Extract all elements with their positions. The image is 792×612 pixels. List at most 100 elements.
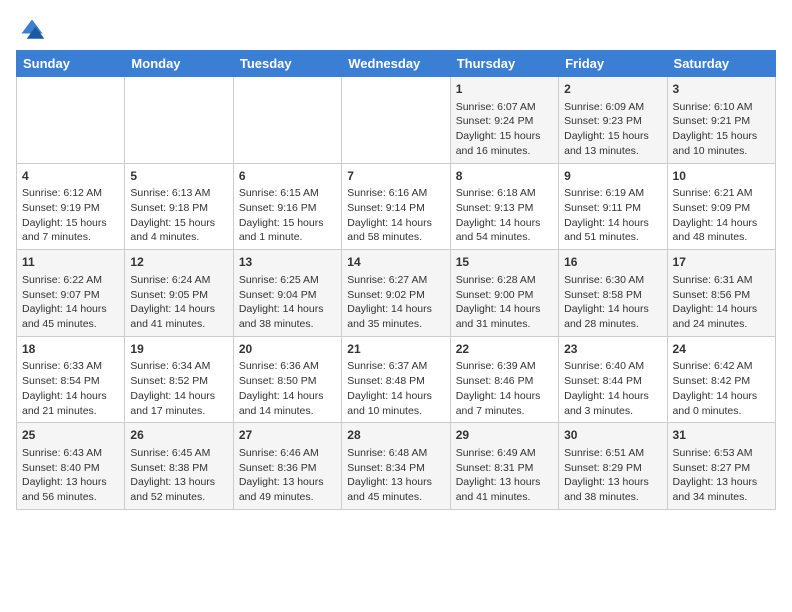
day-info: Sunrise: 6:33 AM Sunset: 8:54 PM Dayligh…: [22, 359, 119, 418]
day-info: Sunrise: 6:45 AM Sunset: 8:38 PM Dayligh…: [130, 446, 227, 505]
day-info: Sunrise: 6:10 AM Sunset: 9:21 PM Dayligh…: [673, 100, 770, 159]
page-header: [16, 16, 776, 38]
day-info: Sunrise: 6:24 AM Sunset: 9:05 PM Dayligh…: [130, 273, 227, 332]
day-number: 19: [130, 341, 227, 358]
day-number: 12: [130, 254, 227, 271]
logo: [16, 16, 46, 38]
calendar-cell: 7Sunrise: 6:16 AM Sunset: 9:14 PM Daylig…: [342, 163, 450, 250]
day-info: Sunrise: 6:51 AM Sunset: 8:29 PM Dayligh…: [564, 446, 661, 505]
day-info: Sunrise: 6:15 AM Sunset: 9:16 PM Dayligh…: [239, 186, 336, 245]
calendar-cell: 21Sunrise: 6:37 AM Sunset: 8:48 PM Dayli…: [342, 336, 450, 423]
day-number: 13: [239, 254, 336, 271]
calendar-cell: [233, 77, 341, 164]
day-info: Sunrise: 6:21 AM Sunset: 9:09 PM Dayligh…: [673, 186, 770, 245]
calendar-cell: 16 Sunrise: 6:30 AM Sunset: 8:58 PM Dayli…: [559, 250, 667, 337]
day-number: 16: [564, 254, 661, 271]
day-info: Sunrise: 6:42 AM Sunset: 8:42 PM Dayligh…: [673, 359, 770, 418]
day-info: Sunrise: 6:31 AM Sunset: 8:56 PM Dayligh…: [673, 273, 770, 332]
calendar-cell: 27 Sunrise: 6:46 AM Sunset: 8:36 PM Dayli…: [233, 423, 341, 510]
calendar-cell: 19Sunrise: 6:34 AM Sunset: 8:52 PM Dayli…: [125, 336, 233, 423]
calendar-cell: 10Sunrise: 6:21 AM Sunset: 9:09 PM Dayli…: [667, 163, 775, 250]
day-info: Sunrise: 6:19 AM Sunset: 9:11 PM Dayligh…: [564, 186, 661, 245]
day-info: Sunrise: 6:40 AM Sunset: 8:44 PM Dayligh…: [564, 359, 661, 418]
weekday-header-saturday: Saturday: [667, 51, 775, 77]
calendar-cell: 31 Sunrise: 6:53 AM Sunset: 8:27 PM Dayli…: [667, 423, 775, 510]
calendar-cell: 28 Sunrise: 6:48 AM Sunset: 8:34 PM Dayli…: [342, 423, 450, 510]
calendar-cell: 29 Sunrise: 6:49 AM Sunset: 8:31 PM Dayli…: [450, 423, 558, 510]
day-number: 27: [239, 427, 336, 444]
calendar-week-row: 11 Sunrise: 6:22 AM Sunset: 9:07 PM Dayli…: [17, 250, 776, 337]
weekday-header-row: SundayMondayTuesdayWednesdayThursdayFrid…: [17, 51, 776, 77]
day-info: Sunrise: 6:09 AM Sunset: 9:23 PM Dayligh…: [564, 100, 661, 159]
day-info: Sunrise: 6:13 AM Sunset: 9:18 PM Dayligh…: [130, 186, 227, 245]
day-info: Sunrise: 6:53 AM Sunset: 8:27 PM Dayligh…: [673, 446, 770, 505]
calendar-cell: 30 Sunrise: 6:51 AM Sunset: 8:29 PM Dayli…: [559, 423, 667, 510]
day-number: 6: [239, 168, 336, 185]
calendar-cell: 12 Sunrise: 6:24 AM Sunset: 9:05 PM Dayli…: [125, 250, 233, 337]
day-number: 5: [130, 168, 227, 185]
day-number: 15: [456, 254, 553, 271]
calendar-cell: 26 Sunrise: 6:45 AM Sunset: 8:38 PM Dayli…: [125, 423, 233, 510]
calendar-cell: 8Sunrise: 6:18 AM Sunset: 9:13 PM Daylig…: [450, 163, 558, 250]
day-number: 9: [564, 168, 661, 185]
calendar-cell: 2 Sunrise: 6:09 AM Sunset: 9:23 PM Daylig…: [559, 77, 667, 164]
day-number: 26: [130, 427, 227, 444]
day-number: 22: [456, 341, 553, 358]
weekday-header-friday: Friday: [559, 51, 667, 77]
day-info: Sunrise: 6:16 AM Sunset: 9:14 PM Dayligh…: [347, 186, 444, 245]
calendar-cell: 23Sunrise: 6:40 AM Sunset: 8:44 PM Dayli…: [559, 336, 667, 423]
calendar-cell: 18Sunrise: 6:33 AM Sunset: 8:54 PM Dayli…: [17, 336, 125, 423]
day-number: 25: [22, 427, 119, 444]
day-info: Sunrise: 6:36 AM Sunset: 8:50 PM Dayligh…: [239, 359, 336, 418]
day-number: 4: [22, 168, 119, 185]
day-info: Sunrise: 6:18 AM Sunset: 9:13 PM Dayligh…: [456, 186, 553, 245]
day-number: 29: [456, 427, 553, 444]
calendar-cell: 14Sunrise: 6:27 AM Sunset: 9:02 PM Dayli…: [342, 250, 450, 337]
day-number: 30: [564, 427, 661, 444]
calendar-cell: 11 Sunrise: 6:22 AM Sunset: 9:07 PM Dayli…: [17, 250, 125, 337]
weekday-header-thursday: Thursday: [450, 51, 558, 77]
day-info: Sunrise: 6:39 AM Sunset: 8:46 PM Dayligh…: [456, 359, 553, 418]
day-number: 31: [673, 427, 770, 444]
day-number: 2: [564, 81, 661, 98]
day-info: Sunrise: 6:12 AM Sunset: 9:19 PM Dayligh…: [22, 186, 119, 245]
calendar-week-row: 18Sunrise: 6:33 AM Sunset: 8:54 PM Dayli…: [17, 336, 776, 423]
day-info: Sunrise: 6:27 AM Sunset: 9:02 PM Dayligh…: [347, 273, 444, 332]
calendar-cell: 4Sunrise: 6:12 AM Sunset: 9:19 PM Daylig…: [17, 163, 125, 250]
day-number: 20: [239, 341, 336, 358]
day-number: 8: [456, 168, 553, 185]
calendar-cell: 13 Sunrise: 6:25 AM Sunset: 9:04 PM Dayli…: [233, 250, 341, 337]
day-number: 21: [347, 341, 444, 358]
day-number: 28: [347, 427, 444, 444]
calendar-cell: 20Sunrise: 6:36 AM Sunset: 8:50 PM Dayli…: [233, 336, 341, 423]
calendar-cell: 24Sunrise: 6:42 AM Sunset: 8:42 PM Dayli…: [667, 336, 775, 423]
calendar-cell: 15Sunrise: 6:28 AM Sunset: 9:00 PM Dayli…: [450, 250, 558, 337]
day-info: Sunrise: 6:46 AM Sunset: 8:36 PM Dayligh…: [239, 446, 336, 505]
calendar-week-row: 4Sunrise: 6:12 AM Sunset: 9:19 PM Daylig…: [17, 163, 776, 250]
calendar-cell: 17Sunrise: 6:31 AM Sunset: 8:56 PM Dayli…: [667, 250, 775, 337]
day-info: Sunrise: 6:34 AM Sunset: 8:52 PM Dayligh…: [130, 359, 227, 418]
day-number: 3: [673, 81, 770, 98]
calendar-cell: 6Sunrise: 6:15 AM Sunset: 9:16 PM Daylig…: [233, 163, 341, 250]
day-info: Sunrise: 6:48 AM Sunset: 8:34 PM Dayligh…: [347, 446, 444, 505]
day-info: Sunrise: 6:30 AM Sunset: 8:58 PM Dayligh…: [564, 273, 661, 332]
day-number: 24: [673, 341, 770, 358]
calendar-week-row: 1Sunrise: 6:07 AM Sunset: 9:24 PM Daylig…: [17, 77, 776, 164]
weekday-header-tuesday: Tuesday: [233, 51, 341, 77]
day-info: Sunrise: 6:37 AM Sunset: 8:48 PM Dayligh…: [347, 359, 444, 418]
day-info: Sunrise: 6:22 AM Sunset: 9:07 PM Dayligh…: [22, 273, 119, 332]
calendar-cell: 5Sunrise: 6:13 AM Sunset: 9:18 PM Daylig…: [125, 163, 233, 250]
day-number: 11: [22, 254, 119, 271]
calendar-cell: 25 Sunrise: 6:43 AM Sunset: 8:40 PM Dayli…: [17, 423, 125, 510]
day-number: 18: [22, 341, 119, 358]
weekday-header-wednesday: Wednesday: [342, 51, 450, 77]
day-number: 23: [564, 341, 661, 358]
calendar-cell: 9Sunrise: 6:19 AM Sunset: 9:11 PM Daylig…: [559, 163, 667, 250]
day-info: Sunrise: 6:43 AM Sunset: 8:40 PM Dayligh…: [22, 446, 119, 505]
day-info: Sunrise: 6:49 AM Sunset: 8:31 PM Dayligh…: [456, 446, 553, 505]
calendar-week-row: 25 Sunrise: 6:43 AM Sunset: 8:40 PM Dayli…: [17, 423, 776, 510]
calendar-cell: [17, 77, 125, 164]
day-number: 10: [673, 168, 770, 185]
calendar-cell: 22Sunrise: 6:39 AM Sunset: 8:46 PM Dayli…: [450, 336, 558, 423]
day-info: Sunrise: 6:25 AM Sunset: 9:04 PM Dayligh…: [239, 273, 336, 332]
